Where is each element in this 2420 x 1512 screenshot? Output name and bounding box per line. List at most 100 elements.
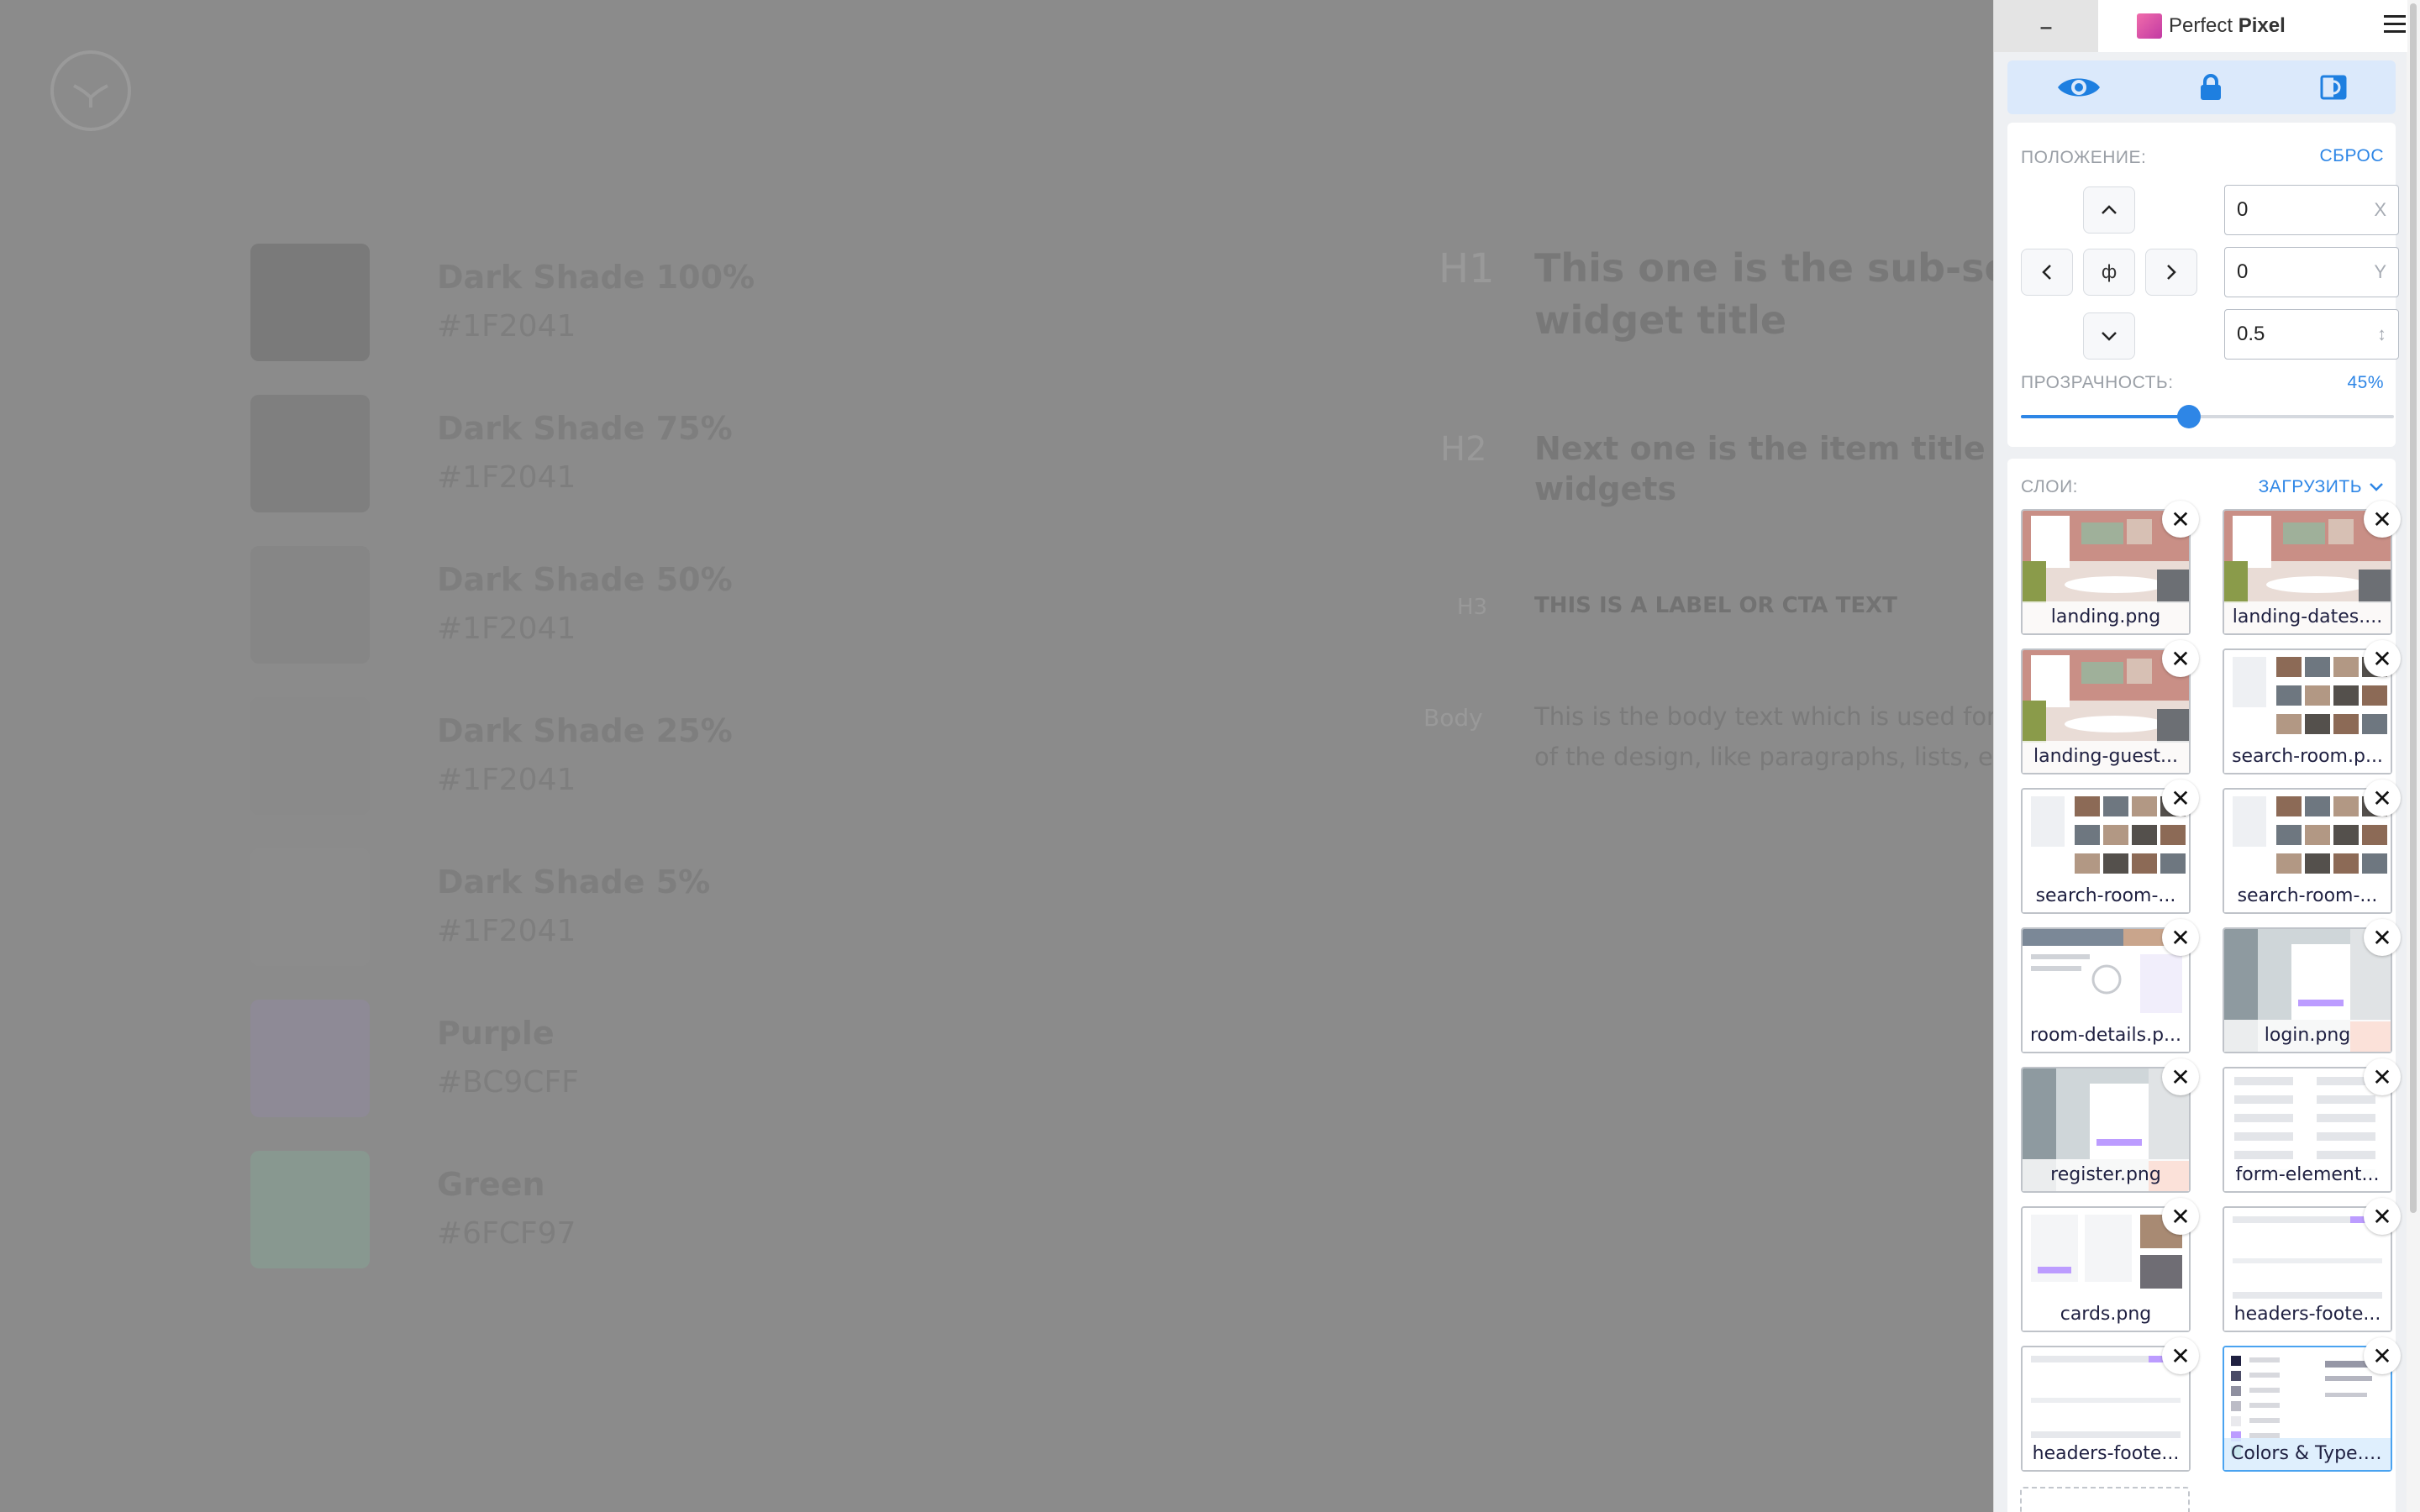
swatch-hex: #1F2041: [437, 460, 576, 495]
close-icon[interactable]: ✕: [2162, 1058, 2199, 1095]
opacity-slider[interactable]: [2021, 405, 2394, 428]
h2-sample-line1: Next one is the item title insid: [1534, 430, 1993, 467]
layer-item[interactable]: register.png ✕: [2021, 1058, 2199, 1193]
layer-item[interactable]: landing-guest... ✕: [2021, 640, 2199, 774]
move-right-button[interactable]: [2145, 249, 2197, 296]
layer-item[interactable]: room-details.p... ✕: [2021, 919, 2199, 1053]
swatch-name: Purple: [437, 1015, 555, 1052]
panel-scrollbar[interactable]: [2407, 0, 2420, 1512]
y-offset-input[interactable]: [2237, 258, 2363, 286]
minimize-button[interactable]: –: [1994, 0, 2098, 52]
perfect-pixel-panel: – Perfect Pixel ПОЛОЖЕНИЕ: СБРОС ф 0 X 0…: [1993, 0, 2420, 1512]
layer-item[interactable]: landing-dates.... ✕: [2223, 501, 2401, 635]
swatch-hex: #BC9CFF: [437, 1065, 579, 1100]
layer-item[interactable]: login.png ✕: [2223, 919, 2401, 1053]
swatch-color: [250, 1151, 370, 1268]
layer-label: search-room-...: [2023, 880, 2189, 912]
layer-label: login.png: [2224, 1020, 2391, 1052]
close-icon[interactable]: ✕: [2364, 1198, 2401, 1235]
site-logo: [50, 50, 131, 131]
panel-title: Perfect Pixel: [2137, 12, 2286, 40]
close-icon[interactable]: ✕: [2364, 640, 2401, 677]
layer-label: headers-foote...: [2224, 1299, 2391, 1331]
swatch-row: Dark Shade 100% #1F2041: [250, 244, 839, 361]
x-offset-input[interactable]: [2237, 196, 2363, 224]
close-icon[interactable]: ✕: [2162, 640, 2199, 677]
layer-item[interactable]: search-room.p... ✕: [2223, 640, 2401, 774]
layer-label: landing-guest...: [2023, 741, 2189, 773]
close-icon[interactable]: ✕: [2162, 919, 2199, 956]
move-up-button[interactable]: [2083, 186, 2135, 234]
layer-item[interactable]: search-room-... ✕: [2223, 780, 2401, 914]
h1-sample-line2: widget title: [1534, 297, 1787, 343]
layer-label: Colors & Type.j...: [2224, 1438, 2391, 1470]
layer-item[interactable]: Colors & Type.j... ✕: [2223, 1337, 2401, 1472]
swatch-color: [250, 697, 370, 815]
layer-item[interactable]: form-element... ✕: [2223, 1058, 2401, 1193]
swatch-row: Dark Shade 5% #1F2041: [250, 848, 839, 966]
close-icon[interactable]: ✕: [2162, 1337, 2199, 1374]
swatch-row: Dark Shade 50% #1F2041: [250, 546, 839, 664]
chevron-up-icon: [2102, 205, 2117, 214]
h3-label: H3: [1457, 595, 1488, 620]
close-icon[interactable]: ✕: [2162, 780, 2199, 816]
x-suffix: X: [2374, 199, 2386, 220]
lock-icon[interactable]: [2200, 74, 2222, 101]
close-icon[interactable]: ✕: [2364, 1058, 2401, 1095]
opacity-slider-fill: [2021, 415, 2189, 418]
y-offset-field[interactable]: Y: [2224, 247, 2399, 297]
center-button[interactable]: ф: [2083, 249, 2135, 296]
layer-item[interactable]: headers-foote... ✕: [2223, 1198, 2401, 1332]
eye-icon[interactable]: [2056, 74, 2102, 101]
close-icon[interactable]: ✕: [2364, 919, 2401, 956]
swatch-hex: #6FCF97: [437, 1216, 576, 1251]
layer-item[interactable]: headers-foote... ✕: [2021, 1337, 2199, 1472]
position-card: ПОЛОЖЕНИЕ: СБРОС ф X Y ↕ ПРОЗРАЧНОСТЬ: 4…: [2007, 123, 2399, 447]
layer-label: landing.png: [2023, 601, 2189, 633]
close-icon[interactable]: ✕: [2364, 780, 2401, 816]
scale-input[interactable]: [2237, 320, 2363, 349]
swatch-color: [250, 395, 370, 512]
upload-button[interactable]: ЗАГРУЗИТЬ: [2259, 477, 2384, 497]
opacity-slider-knob[interactable]: [2176, 405, 2201, 428]
h1-label: H1: [1439, 245, 1495, 292]
layer-label: headers-foote...: [2023, 1438, 2189, 1470]
swatch-name: Dark Shade 25%: [437, 712, 733, 749]
layer-item[interactable]: search-room-... ✕: [2021, 780, 2199, 914]
chevron-right-icon: [2167, 265, 2176, 280]
swatch-color: [250, 546, 370, 664]
layer-label: room-details.p...: [2023, 1020, 2189, 1052]
move-down-button[interactable]: [2083, 312, 2135, 360]
body-label: Body: [1423, 704, 1483, 732]
panel-titlebar: – Perfect Pixel: [1994, 0, 2407, 52]
layer-label: search-room-...: [2224, 880, 2391, 912]
reset-button[interactable]: СБРОС: [2320, 146, 2385, 166]
swatch-row: Green #6FCF97: [250, 1151, 839, 1268]
swatch-color: [250, 848, 370, 966]
layer-item[interactable]: cards.png ✕: [2021, 1198, 2199, 1332]
swatch-hex: #1F2041: [437, 612, 576, 646]
layer-label: form-element...: [2224, 1159, 2391, 1191]
chevron-down-icon: [2370, 483, 2383, 491]
close-icon[interactable]: ✕: [2162, 1198, 2199, 1235]
hamburger-menu-icon[interactable]: [2382, 12, 2407, 37]
x-offset-field[interactable]: X: [2224, 185, 2399, 235]
page-overlay-background: Dark Shade 100% #1F2041 Dark Shade 75% #1F2…: [0, 0, 1993, 1512]
body-sample-line2: of the design, like paragraphs, lists, e…: [1534, 743, 1993, 771]
opacity-value: 45%: [2347, 373, 2384, 392]
close-icon[interactable]: ✕: [2364, 501, 2401, 538]
h2-sample-line2: widgets: [1534, 470, 1677, 507]
y-suffix: Y: [2374, 261, 2386, 282]
mode-toolbar: [2007, 60, 2396, 114]
layer-item[interactable]: landing.png ✕: [2021, 501, 2199, 635]
close-icon[interactable]: ✕: [2364, 1337, 2401, 1374]
h3-sample: THIS IS A LABEL OR CTA TEXT: [1534, 593, 1897, 618]
scale-field[interactable]: ↕: [2224, 309, 2399, 360]
perfect-pixel-logo-icon: [2137, 13, 2162, 39]
swatch-hex: #1F2041: [437, 309, 576, 344]
close-icon[interactable]: ✕: [2162, 501, 2199, 538]
add-layer-slot[interactable]: [2020, 1487, 2190, 1512]
scrollbar-thumb[interactable]: [2410, 3, 2417, 1213]
move-left-button[interactable]: [2021, 249, 2073, 296]
invert-icon[interactable]: [2320, 75, 2347, 100]
